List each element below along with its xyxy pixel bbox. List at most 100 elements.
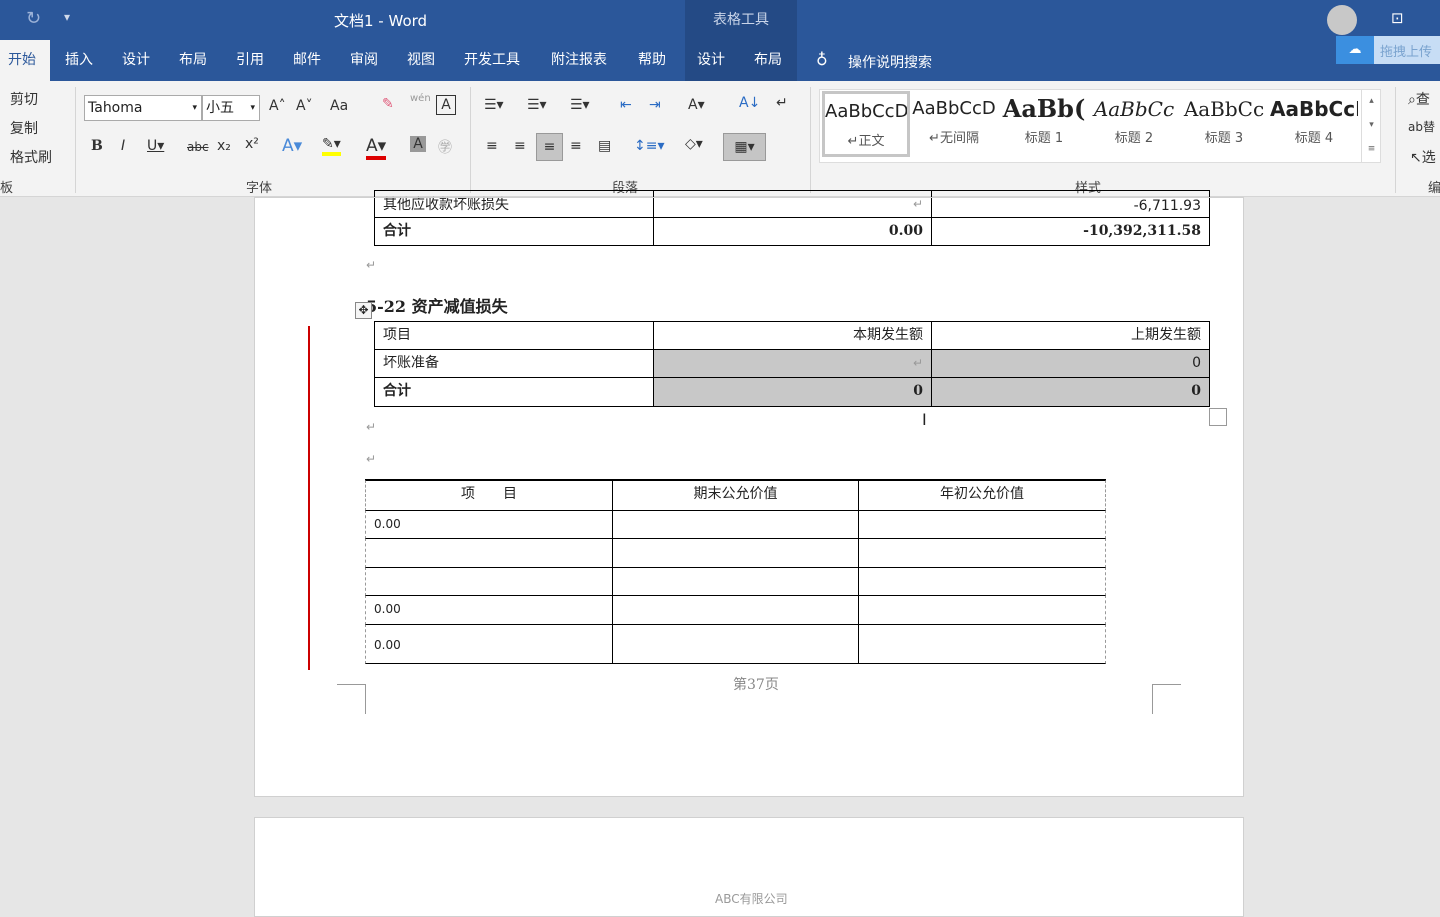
ribbon-display-icon[interactable]: ⊡	[1391, 9, 1404, 27]
superscript-icon[interactable]: x²	[245, 136, 259, 152]
tab-design[interactable]: 设计	[114, 40, 158, 81]
table-cell[interactable]: 项目	[374, 321, 654, 350]
style-no-spacing[interactable]: AaBbCcD ↵无间隔	[910, 91, 998, 157]
tab-references[interactable]: 引用	[228, 40, 272, 81]
style-heading-2[interactable]: AaBbCc 标题 2	[1090, 91, 1178, 157]
font-color-icon[interactable]: A▾	[366, 136, 387, 160]
italic-icon[interactable]: I	[121, 138, 125, 154]
bullets-icon[interactable]: ☰▾	[484, 97, 504, 113]
table-cell[interactable]: ↵	[653, 190, 932, 218]
table-resize-handle[interactable]	[1209, 408, 1227, 426]
tab-table-layout[interactable]: 布局	[746, 40, 790, 81]
table-cell[interactable]	[858, 624, 1106, 664]
char-border-icon[interactable]: A	[436, 95, 456, 115]
change-case-button[interactable]: Aa	[330, 98, 348, 114]
styles-scroll[interactable]: ▴ ▾ ≡	[1361, 89, 1381, 163]
tab-mailings[interactable]: 邮件	[285, 40, 329, 81]
customize-qat-icon[interactable]: ▾	[64, 10, 70, 24]
clear-format-icon[interactable]: ✎	[382, 96, 394, 112]
table-cell[interactable]: 其他应收款坏账损失	[374, 190, 654, 218]
table-cell[interactable]: 0.00	[365, 510, 613, 539]
table-cell[interactable]	[612, 567, 859, 596]
table-cell[interactable]	[858, 595, 1106, 625]
table-cell-selected[interactable]: 0	[931, 349, 1210, 378]
table-cell[interactable]	[365, 538, 613, 568]
table-cell[interactable]	[858, 567, 1106, 596]
tab-developer[interactable]: 开发工具	[456, 40, 528, 81]
highlight-icon[interactable]: ✎▾	[322, 136, 341, 156]
table-cell[interactable]	[612, 538, 859, 568]
multilevel-list-icon[interactable]: ☰▾	[570, 97, 590, 113]
shading-icon[interactable]: ◇▾	[685, 136, 703, 152]
distributed-icon[interactable]: ▤	[598, 138, 611, 154]
increase-indent-icon[interactable]: ⇥	[649, 97, 661, 113]
strikethrough-icon[interactable]: abc	[187, 140, 209, 154]
show-marks-icon[interactable]: ↵	[776, 95, 788, 111]
sort-icon[interactable]: A↓	[739, 95, 760, 111]
table-cell[interactable]: 上期发生额	[931, 321, 1210, 350]
table-cell[interactable]: 合计	[374, 217, 654, 246]
table-cell[interactable]	[612, 624, 859, 664]
table-header-cell[interactable]: 项 目	[365, 480, 613, 511]
align-left-icon[interactable]: ≡	[486, 138, 498, 154]
cut-button[interactable]: 剪切	[10, 89, 38, 109]
tab-home[interactable]: 开始	[0, 40, 50, 81]
copy-button[interactable]: 复制	[10, 118, 38, 138]
document-page-next[interactable]: ABC有限公司	[254, 817, 1244, 917]
tab-help[interactable]: 帮助	[630, 40, 674, 81]
font-size-select[interactable]: 小五 ▾	[202, 95, 260, 121]
style-heading-1[interactable]: AaBb(标题 1	[1000, 91, 1088, 157]
replace-button[interactable]: ab替	[1408, 118, 1435, 135]
table-cell[interactable]	[858, 538, 1106, 568]
table-cell[interactable]: -10,392,311.58	[931, 217, 1210, 246]
redo-icon[interactable]: ↻	[26, 8, 41, 29]
phonetic-guide-icon[interactable]: wén	[410, 93, 431, 104]
decrease-indent-icon[interactable]: ⇤	[620, 97, 632, 113]
table-cell[interactable]: 坏账准备	[374, 349, 654, 378]
section-heading[interactable]: 5-22 资产减值损失	[366, 293, 508, 317]
table-cell[interactable]: 本期发生额	[653, 321, 932, 350]
table-cell-selected[interactable]: 0	[653, 377, 932, 407]
upload-widget[interactable]: ☁ 拖拽上传	[1336, 36, 1440, 64]
text-effects-icon[interactable]: A▾	[282, 136, 302, 156]
tab-layout[interactable]: 布局	[171, 40, 215, 81]
table-header-cell[interactable]: 年初公允价值	[858, 480, 1106, 511]
table-cell[interactable]	[612, 510, 859, 539]
tab-insert[interactable]: 插入	[57, 40, 101, 81]
numbering-icon[interactable]: ☰▾	[527, 97, 547, 113]
tab-view[interactable]: 视图	[399, 40, 443, 81]
select-button[interactable]: ↖选	[1410, 147, 1436, 167]
char-shading-icon[interactable]: A	[410, 136, 426, 152]
table-cell-selected[interactable]: 0	[931, 377, 1210, 407]
user-avatar[interactable]	[1327, 5, 1357, 35]
char-scaling-icon[interactable]: A▾	[688, 97, 705, 113]
line-spacing-icon[interactable]: ↕≡▾	[634, 138, 665, 154]
subscript-icon[interactable]: x₂	[217, 138, 231, 154]
enclose-char-icon[interactable]: ㊫	[438, 137, 452, 157]
tab-table-design[interactable]: 设计	[689, 40, 733, 81]
table-cell-selected[interactable]: ↵	[653, 349, 932, 378]
table-cell[interactable]: 0.00	[365, 624, 613, 664]
table-cell[interactable]	[858, 510, 1106, 539]
table-cell[interactable]: 0.00	[365, 595, 613, 625]
table-cell[interactable]	[612, 595, 859, 625]
table-cell[interactable]: -6,711.93	[931, 190, 1210, 218]
tab-review[interactable]: 审阅	[342, 40, 386, 81]
style-normal[interactable]: AaBbCcD ↵正文	[822, 91, 910, 157]
tab-notes-report[interactable]: 附注报表	[543, 40, 615, 81]
table-cell[interactable]: 合计	[374, 377, 654, 407]
bold-icon[interactable]: B	[91, 138, 103, 154]
shrink-font-icon[interactable]: A˅	[296, 98, 313, 114]
grow-font-icon[interactable]: A˄	[269, 98, 286, 114]
table-cell[interactable]: 0.00	[653, 217, 932, 246]
align-right-button[interactable]: ≡	[536, 133, 563, 161]
table-cell[interactable]	[365, 567, 613, 596]
table-move-handle[interactable]: ✥	[355, 302, 372, 319]
font-name-select[interactable]: Tahoma ▾	[84, 95, 202, 121]
find-button[interactable]: ⌕查	[1408, 89, 1430, 109]
underline-icon[interactable]: U▾	[147, 138, 164, 154]
align-center-icon[interactable]: ≡	[514, 138, 526, 154]
table-header-cell[interactable]: 期末公允价值	[612, 480, 859, 511]
borders-button[interactable]: ▦▾	[723, 133, 766, 161]
style-heading-4[interactable]: AaBbCcI 标题 4	[1270, 91, 1358, 157]
